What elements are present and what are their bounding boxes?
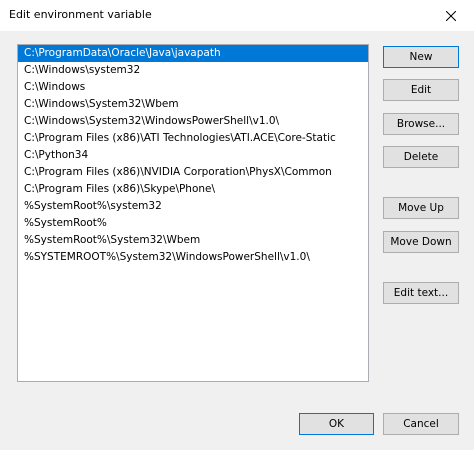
list-item[interactable]: %SystemRoot%\System32\Wbem (18, 232, 368, 249)
close-button[interactable] (428, 0, 474, 31)
move-up-button[interactable]: Move Up (383, 197, 459, 219)
delete-button[interactable]: Delete (383, 146, 459, 168)
close-icon (446, 10, 456, 21)
list-item[interactable]: %SystemRoot% (18, 215, 368, 232)
browse-button[interactable]: Browse... (383, 113, 459, 135)
edit-button[interactable]: Edit (383, 79, 459, 101)
cancel-button[interactable]: Cancel (383, 413, 459, 435)
edit-text-button[interactable]: Edit text... (383, 282, 459, 304)
list-item[interactable]: C:\Program Files (x86)\ATI Technologies\… (18, 130, 368, 147)
list-item[interactable]: C:\Python34 (18, 147, 368, 164)
new-button[interactable]: New (383, 46, 459, 68)
list-item[interactable]: C:\Windows (18, 79, 368, 96)
list-item[interactable]: C:\Program Files (x86)\Skype\Phone\ (18, 181, 368, 198)
window-title: Edit environment variable (9, 8, 152, 21)
list-item[interactable]: C:\Windows\system32 (18, 62, 368, 79)
title-bar: Edit environment variable (0, 0, 474, 31)
list-item[interactable]: C:\Program Files (x86)\NVIDIA Corporatio… (18, 164, 368, 181)
list-item[interactable]: C:\ProgramData\Oracle\Java\javapath (18, 45, 368, 62)
list-item[interactable]: %SYSTEMROOT%\System32\WindowsPowerShell\… (18, 249, 368, 266)
ok-button[interactable]: OK (299, 413, 374, 435)
list-item[interactable]: C:\Windows\System32\Wbem (18, 96, 368, 113)
list-item[interactable]: %SystemRoot%\system32 (18, 198, 368, 215)
path-listbox[interactable]: C:\ProgramData\Oracle\Java\javapath C:\Wi… (17, 44, 369, 382)
move-down-button[interactable]: Move Down (383, 231, 459, 253)
list-item[interactable]: C:\Windows\System32\WindowsPowerShell\v1… (18, 113, 368, 130)
